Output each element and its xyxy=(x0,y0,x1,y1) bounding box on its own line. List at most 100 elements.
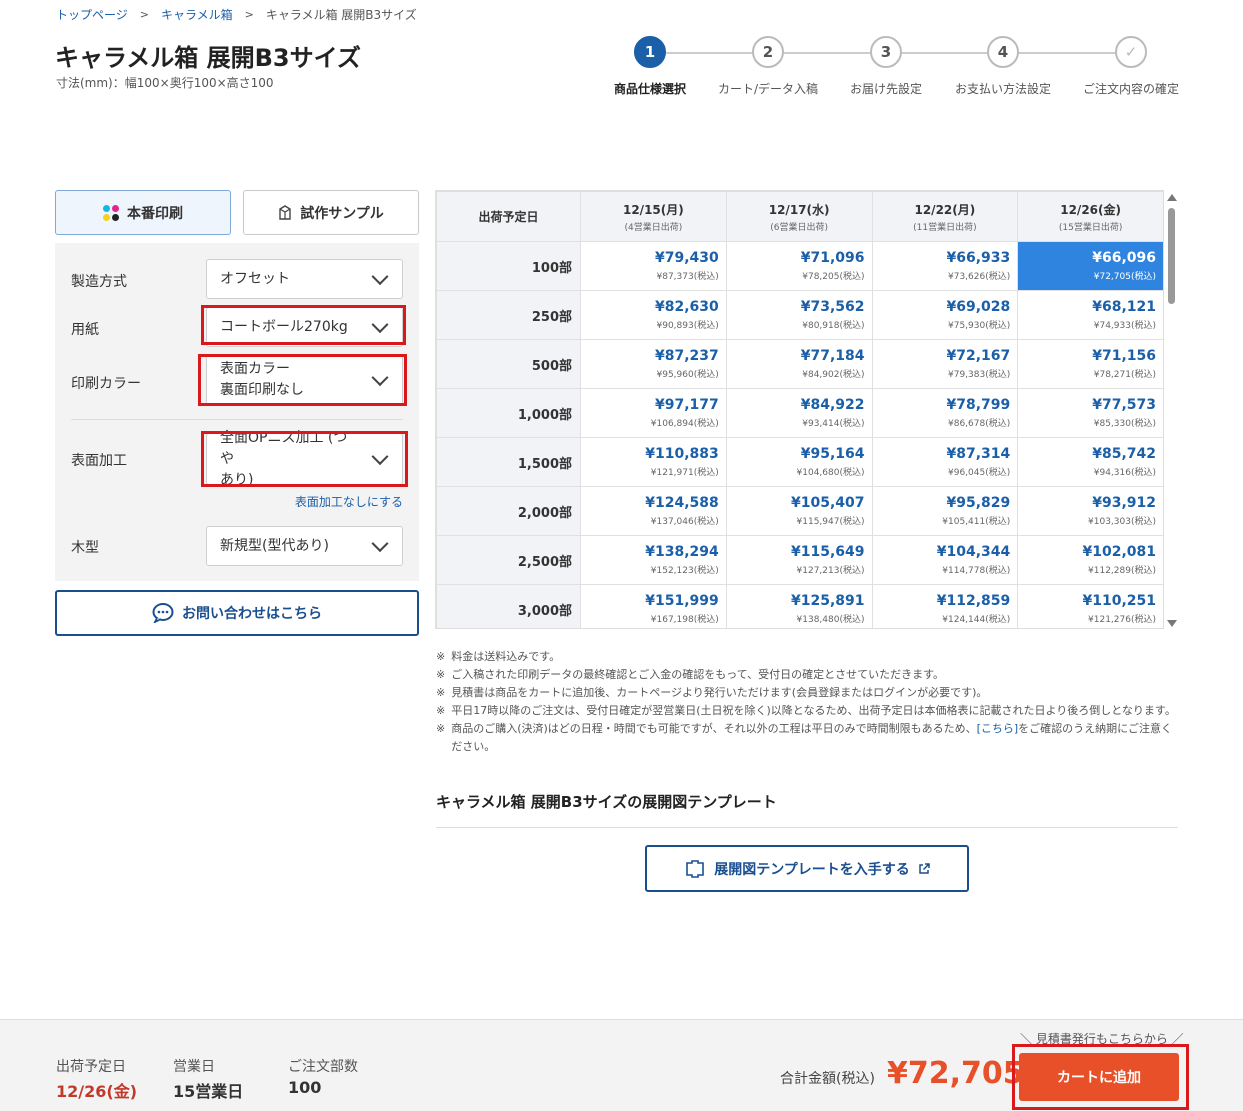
surface-finish-select[interactable]: 全面OPニス加工 (つや あり) xyxy=(206,430,403,488)
price-cell[interactable]: ¥68,121 ¥74,933(税込) xyxy=(1017,290,1163,340)
price-cell[interactable]: ¥104,344 ¥114,778(税込) xyxy=(871,535,1019,585)
business-days: (15営業日出荷) xyxy=(1058,222,1123,233)
step-4: 4 お支払い方法設定 xyxy=(943,36,1063,97)
breadcrumb-caramel-box[interactable]: キャラメル箱 xyxy=(161,6,233,23)
summary-quantity: ご注文部数 100 xyxy=(288,1056,358,1097)
price-cell[interactable]: ¥93,912 ¥103,303(税込) xyxy=(1017,486,1163,536)
price: ¥110,251 xyxy=(1082,593,1156,609)
price-cell[interactable]: ¥66,933 ¥73,626(税込) xyxy=(871,241,1019,291)
date-header: 12/15(月) (4営業日出荷) xyxy=(580,191,727,242)
price-cell[interactable]: ¥71,156 ¥78,271(税込) xyxy=(1017,339,1163,389)
price-cell[interactable]: ¥77,573 ¥85,330(税込) xyxy=(1017,388,1163,438)
price-cell[interactable]: ¥84,922 ¥93,414(税込) xyxy=(725,388,873,438)
price-with-tax: ¥137,046(税込) xyxy=(650,517,719,527)
die-select[interactable]: 新規型(型代あり) xyxy=(206,526,403,566)
note-text: 料金は送料込みです。 xyxy=(451,650,561,663)
price: ¥151,999 xyxy=(645,593,719,609)
box-sample-icon xyxy=(279,205,291,220)
scroll-down-icon[interactable] xyxy=(1167,620,1177,627)
price-cell[interactable]: ¥71,096 ¥78,205(税込) xyxy=(725,241,873,291)
price-cell[interactable]: ¥79,430 ¥87,373(税込) xyxy=(580,241,727,291)
price-cell[interactable]: ¥124,588 ¥137,046(税込) xyxy=(580,486,727,536)
price-cell[interactable]: ¥110,883 ¥121,971(税込) xyxy=(580,437,727,487)
price-cell[interactable]: ¥115,649 ¥127,213(税込) xyxy=(725,535,873,585)
step-2: 2 カート/データ入稿 xyxy=(708,36,828,97)
price: ¥84,922 xyxy=(800,397,865,413)
step-3: 3 お届け先設定 xyxy=(826,36,946,97)
price-cell[interactable]: ¥85,742 ¥94,316(税込) xyxy=(1017,437,1163,487)
tab-label: 試作サンプル xyxy=(300,205,384,222)
notes: ※ 料金は送料込みです。 ※ ご入稿された印刷データの最終確認とご入金の確認をもって… xyxy=(436,648,1178,756)
paper-select[interactable]: コートボール270kg xyxy=(206,307,403,347)
price-cell[interactable]: ¥138,294 ¥152,123(税込) xyxy=(580,535,727,585)
chat-bubble-icon xyxy=(152,603,174,623)
price-cell[interactable]: ¥95,164 ¥104,680(税込) xyxy=(725,437,873,487)
method-select[interactable]: オフセット xyxy=(206,259,403,299)
price-with-tax: ¥94,316(税込) xyxy=(1093,468,1156,478)
no-finish-link[interactable]: 表面加工なしにする xyxy=(295,493,403,510)
price-with-tax: ¥73,626(税込) xyxy=(948,272,1011,282)
table-row: 2,000部 ¥124,588 ¥137,046(税込) ¥105,407 ¥115,9… xyxy=(436,486,1163,536)
price-cell[interactable]: ¥97,177 ¥106,894(税込) xyxy=(580,388,727,438)
quantity-cell: 1,500部 xyxy=(436,437,581,487)
price-cell[interactable]: ¥112,859 ¥124,144(税込) xyxy=(871,584,1019,628)
select-value-line1: 全面OPニス加工 (つや xyxy=(220,429,348,467)
price: ¥110,883 xyxy=(645,446,719,462)
price-cell[interactable]: ¥77,184 ¥84,902(税込) xyxy=(725,339,873,389)
price-with-tax: ¥115,947(税込) xyxy=(796,517,865,527)
summary-label: 営業日 xyxy=(173,1059,215,1075)
price-cell[interactable]: ¥69,028 ¥75,930(税込) xyxy=(871,290,1019,340)
price-cell[interactable]: ¥72,167 ¥79,383(税込) xyxy=(871,339,1019,389)
price: ¥73,562 xyxy=(800,299,865,315)
note-text: 商品のご購入(決済)はどの日程・時間でも可能ですが、それ以外の工程は平日のみで時… xyxy=(451,720,1178,756)
page-title: キャラメル箱 展開B3サイズ xyxy=(55,44,361,72)
here-link[interactable]: [こちら] xyxy=(977,722,1019,735)
price-table-body: 100部 ¥79,430 ¥87,373(税込) ¥71,096 ¥78,205(税込)… xyxy=(436,241,1163,628)
price-with-tax: ¥78,205(税込) xyxy=(802,272,865,282)
table-scrollbar[interactable] xyxy=(1166,190,1178,629)
price: ¥104,344 xyxy=(936,544,1011,560)
breadcrumb-current: キャラメル箱 展開B3サイズ xyxy=(265,8,417,22)
quantity-cell: 250部 xyxy=(436,290,581,340)
price-cell[interactable]: ¥102,081 ¥112,289(税込) xyxy=(1017,535,1163,585)
spec-label-paper: 用紙 xyxy=(71,322,99,338)
price-cell[interactable]: ¥66,096 ¥72,705(税込) xyxy=(1017,241,1163,291)
price: ¥93,912 xyxy=(1092,495,1156,511)
scroll-thumb[interactable] xyxy=(1168,208,1175,304)
price-cell[interactable]: ¥95,829 ¥105,411(税込) xyxy=(871,486,1019,536)
price-cell[interactable]: ¥110,251 ¥121,276(税込) xyxy=(1017,584,1163,628)
price-cell[interactable]: ¥151,999 ¥167,198(税込) xyxy=(580,584,727,628)
tab-trial-sample[interactable]: 試作サンプル xyxy=(243,190,419,235)
price-cell[interactable]: ¥105,407 ¥115,947(税込) xyxy=(725,486,873,536)
price-cell[interactable]: ¥73,562 ¥80,918(税込) xyxy=(725,290,873,340)
price-cell[interactable]: ¥87,237 ¥95,960(税込) xyxy=(580,339,727,389)
print-color-select[interactable]: 表面カラー 裏面印刷なし xyxy=(206,355,403,405)
price: ¥66,096 xyxy=(1092,250,1156,266)
price-cell[interactable]: ¥82,630 ¥90,893(税込) xyxy=(580,290,727,340)
date-header: 12/17(水) (6営業日出荷) xyxy=(725,191,873,242)
get-template-button[interactable]: 展開図テンプレートを入手する xyxy=(645,845,969,892)
highlight-box xyxy=(1012,1044,1189,1110)
summary-business-days: 営業日 15営業日 xyxy=(173,1056,243,1102)
quantity-cell: 2,500部 xyxy=(436,535,581,585)
check-icon: ✓ xyxy=(1115,36,1147,68)
contact-button[interactable]: お問い合わせはこちら xyxy=(55,590,419,636)
date: 12/22(月) xyxy=(914,202,976,217)
price-with-tax: ¥75,930(税込) xyxy=(948,321,1011,331)
breadcrumb-top[interactable]: トップページ xyxy=(56,6,128,23)
tab-label: 本番印刷 xyxy=(127,205,183,222)
price-with-tax: ¥85,330(税込) xyxy=(1093,419,1156,429)
scroll-up-icon[interactable] xyxy=(1167,194,1177,201)
price-with-tax: ¥96,045(税込) xyxy=(948,468,1011,478)
tab-production-print[interactable]: 本番印刷 xyxy=(55,190,231,235)
price-cell[interactable]: ¥78,799 ¥86,678(税込) xyxy=(871,388,1019,438)
price: ¥138,294 xyxy=(645,544,719,560)
price-cell[interactable]: ¥87,314 ¥96,045(税込) xyxy=(871,437,1019,487)
price-cell[interactable]: ¥125,891 ¥138,480(税込) xyxy=(725,584,873,628)
cmyk-dot xyxy=(112,213,119,221)
select-value-line2: あり) xyxy=(220,471,254,488)
step-label: お支払い方法設定 xyxy=(954,82,1051,96)
order-stepper: 1 商品仕様選択 2 カート/データ入稿 3 お届け先設定 4 お支払い方法設定… xyxy=(600,36,1200,106)
table-row: 2,500部 ¥138,294 ¥152,123(税込) ¥115,649 ¥127,2… xyxy=(436,535,1163,585)
divider xyxy=(436,827,1178,828)
